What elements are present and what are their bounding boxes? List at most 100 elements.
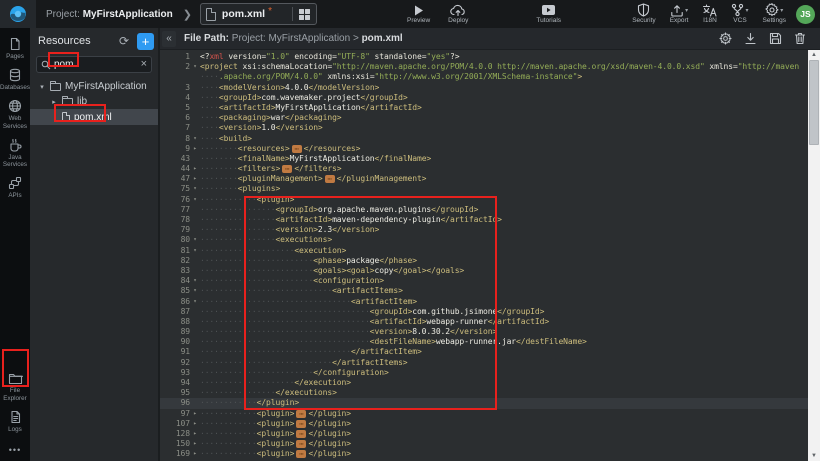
save-icon[interactable] xyxy=(769,32,782,45)
line-number: 92 xyxy=(160,358,190,368)
sidebar-item-file-explorer[interactable]: File Explorer xyxy=(0,368,30,405)
sidebar-item-web-services[interactable]: Web Services xyxy=(0,95,30,133)
sidebar-item-java-services[interactable]: Java Services xyxy=(0,134,30,172)
code-text: ················<groupId>org.apache.mave… xyxy=(200,205,808,215)
code-text: ············<plugin>⋯</plugin> xyxy=(200,439,808,449)
user-avatar[interactable]: JS xyxy=(796,5,815,24)
folded-region-widget[interactable]: ⋯ xyxy=(296,440,306,448)
fold-closed-icon[interactable]: ▸ xyxy=(190,419,200,429)
tutorials-button[interactable]: Tutorials xyxy=(532,3,565,25)
fold-closed-icon[interactable]: ▸ xyxy=(190,439,200,449)
sidebar-item-logs[interactable]: Logs xyxy=(0,406,30,437)
code-line: 85▾····························<artifact… xyxy=(160,286,808,296)
sidebar-overflow-button[interactable]: ••• xyxy=(9,437,21,461)
code-editor[interactable]: 1<?xml version="1.0" encoding="UTF-8" st… xyxy=(160,50,820,461)
code-text: ············<plugin>⋯</plugin> xyxy=(200,429,808,439)
folded-region-widget[interactable]: ⋯ xyxy=(296,410,306,418)
folded-region-widget[interactable]: ⋯ xyxy=(325,175,335,183)
line-number: 78 xyxy=(160,215,190,225)
fold-open-icon[interactable]: ▾ xyxy=(190,246,200,256)
fold-open-icon[interactable]: ▾ xyxy=(190,235,200,245)
code-line: 9▸········<resources>⋯</resources> xyxy=(160,144,808,154)
fold-open-icon[interactable]: ▾ xyxy=(190,195,200,205)
tree-item-pom-xml[interactable]: pom.xml xyxy=(30,109,158,125)
tree-item-myfirstapplication[interactable]: ▾ MyFirstApplication xyxy=(30,79,158,94)
deploy-button[interactable]: Deploy xyxy=(444,3,472,25)
refresh-icon[interactable]: ⟳ xyxy=(115,34,133,48)
code-line: 47▸········<pluginManagement>⋯</pluginMa… xyxy=(160,174,808,184)
file-settings-icon[interactable] xyxy=(719,32,732,45)
line-number: 107 xyxy=(160,419,190,429)
tree-item-lib[interactable]: ▸lib xyxy=(30,94,158,109)
tab-separator xyxy=(292,7,293,21)
folded-region-widget[interactable]: ⋯ xyxy=(296,450,306,458)
code-line: 87····································<g… xyxy=(160,307,808,317)
sidebar-item-databases[interactable]: Databases xyxy=(0,64,30,95)
fold-closed-icon[interactable]: ▸ xyxy=(190,164,200,174)
fold-gutter xyxy=(190,225,200,235)
line-number: 44 xyxy=(160,164,190,174)
code-line: 44▸········<filters>⋯</filters> xyxy=(160,164,808,174)
scrollbar-thumb[interactable] xyxy=(809,60,819,145)
fold-open-icon[interactable]: ▾ xyxy=(190,184,200,194)
fold-closed-icon[interactable]: ▸ xyxy=(190,429,200,439)
folded-region-widget[interactable]: ⋯ xyxy=(292,145,302,153)
tree-item-label: MyFirstApplication xyxy=(65,81,147,92)
code-text: ························<goals><goal>cop… xyxy=(200,266,808,276)
file-icon xyxy=(206,8,216,21)
settings-button[interactable]: ▾Settings xyxy=(759,3,791,25)
sidebar-item-label: Databases xyxy=(0,84,30,91)
scroll-up-icon[interactable]: ▲ xyxy=(811,50,817,60)
wavemaker-logo[interactable] xyxy=(0,0,36,28)
line-number: 87 xyxy=(160,307,190,317)
code-line: 2▾<project xsi:schemaLocation="http://ma… xyxy=(160,62,808,72)
fold-closed-icon[interactable]: ▸ xyxy=(190,174,200,184)
sidebar-item-apis[interactable]: APIs xyxy=(0,172,30,203)
folded-region-widget[interactable]: ⋯ xyxy=(282,165,292,173)
download-icon[interactable] xyxy=(744,32,757,45)
scroll-down-icon[interactable]: ▼ xyxy=(811,451,817,461)
breadcrumb-chevron-icon: ❯ xyxy=(183,8,192,21)
line-number: 93 xyxy=(160,368,190,378)
delete-icon[interactable] xyxy=(794,32,806,45)
fold-closed-icon[interactable]: ▸ xyxy=(190,144,200,154)
fold-gutter xyxy=(190,205,200,215)
fold-gutter xyxy=(190,337,200,347)
folded-region-widget[interactable]: ⋯ xyxy=(296,430,306,438)
code-line: 107▸············<plugin>⋯</plugin> xyxy=(160,419,808,429)
line-number: 88 xyxy=(160,317,190,327)
add-resource-button[interactable]: + xyxy=(137,33,154,50)
security-button[interactable]: Security xyxy=(628,3,659,25)
tab-pom-xml[interactable]: pom.xml * xyxy=(200,3,317,25)
collapse-panel-button[interactable]: « xyxy=(162,31,176,47)
caret-right-icon[interactable]: ▸ xyxy=(50,98,58,106)
caret-down-icon[interactable]: ▾ xyxy=(38,83,46,91)
fold-gutter xyxy=(190,388,200,398)
editor-scrollbar[interactable]: ▲ ▼ xyxy=(808,50,820,461)
code-text: ····································<art… xyxy=(200,317,808,327)
resource-tree: ▾ MyFirstApplication ▸libpom.xml xyxy=(30,79,158,125)
fold-gutter xyxy=(190,83,200,93)
clear-search-icon[interactable]: × xyxy=(141,59,147,70)
vcs-button[interactable]: ▾VCS xyxy=(727,3,752,25)
fold-closed-icon[interactable]: ▸ xyxy=(190,409,200,419)
i18n-button[interactable]: I18N xyxy=(698,3,721,25)
fold-gutter xyxy=(190,123,200,133)
export-button[interactable]: ▾Export xyxy=(666,3,693,25)
line-number: 97 xyxy=(160,409,190,419)
action-label: I18N xyxy=(703,18,717,25)
fold-open-icon[interactable]: ▾ xyxy=(190,286,200,296)
search-input[interactable] xyxy=(54,59,138,70)
sidebar-item-pages[interactable]: Pages xyxy=(0,33,30,64)
fold-open-icon[interactable]: ▾ xyxy=(190,276,200,286)
fold-closed-icon[interactable]: ▸ xyxy=(190,449,200,459)
grid-view-icon[interactable] xyxy=(299,9,310,20)
fold-open-icon[interactable]: ▾ xyxy=(190,134,200,144)
fold-open-icon[interactable]: ▾ xyxy=(190,297,200,307)
fold-open-icon[interactable]: ▾ xyxy=(190,62,200,72)
folded-region-widget[interactable]: ⋯ xyxy=(296,420,306,428)
preview-button[interactable]: Preview xyxy=(403,3,434,25)
fold-gutter xyxy=(190,266,200,276)
fold-gutter xyxy=(190,113,200,123)
code-line: 7····<version>1.0</version> xyxy=(160,123,808,133)
